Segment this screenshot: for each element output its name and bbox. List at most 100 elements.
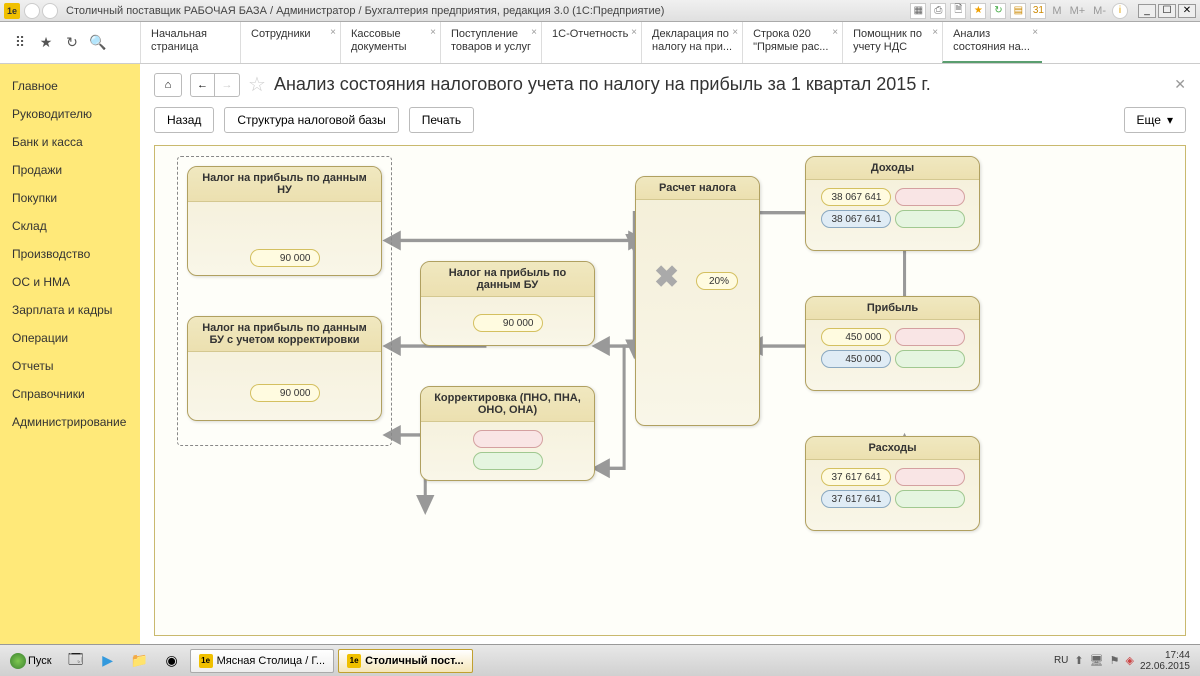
box-tax-calc-title: Расчет налога: [636, 177, 759, 200]
favorite-icon[interactable]: ★: [38, 35, 54, 51]
sidebar-item-9[interactable]: Операции: [0, 324, 140, 352]
sidebar-item-11[interactable]: Справочники: [0, 380, 140, 408]
tab-4[interactable]: ×1С-Отчетность: [541, 22, 641, 63]
tab-close-icon[interactable]: ×: [1032, 26, 1038, 39]
back-button[interactable]: Назад: [154, 107, 214, 133]
expense-v2: 37 617 641: [821, 490, 891, 508]
box-correction[interactable]: Корректировка (ПНО, ПНА, ОНО, ОНА): [420, 386, 595, 481]
m-plus-label[interactable]: M+: [1068, 5, 1088, 17]
m-minus-label[interactable]: M-: [1091, 5, 1108, 17]
taskbar-app-1[interactable]: 1e Мясная Столица / Г...: [190, 649, 335, 673]
tab-close-icon[interactable]: ×: [430, 26, 436, 39]
print-icon[interactable]: ⎙: [930, 3, 946, 19]
tab-line1: Начальная: [151, 28, 230, 41]
tab-close-icon[interactable]: ×: [932, 26, 938, 39]
tab-3[interactable]: ×Поступлениетоваров и услуг: [440, 22, 541, 63]
sidebar-item-10[interactable]: Отчеты: [0, 352, 140, 380]
sidebar-item-7[interactable]: ОС и НМА: [0, 268, 140, 296]
tab-line1: Помощник по: [853, 28, 932, 41]
tab-0[interactable]: Начальнаястраница: [140, 22, 240, 63]
tray-icon-1[interactable]: ⬆: [1074, 654, 1083, 667]
doc-icon[interactable]: 🗎: [950, 3, 966, 19]
close-button[interactable]: ✕: [1178, 4, 1196, 18]
refresh-icon[interactable]: ↻: [990, 3, 1006, 19]
info-icon[interactable]: i: [1112, 3, 1128, 19]
lang-indicator[interactable]: RU: [1054, 655, 1068, 666]
taskbar-app-2[interactable]: 1e Столичный пост...: [338, 649, 473, 673]
grid-icon[interactable]: ▦: [910, 3, 926, 19]
box-expense-title: Расходы: [806, 437, 979, 460]
nav-back-button[interactable]: ←: [191, 74, 215, 96]
m-label[interactable]: M: [1050, 5, 1063, 17]
minimize-button[interactable]: _: [1138, 4, 1156, 18]
box-tax-nu[interactable]: Налог на прибыль по данным НУ 90 000: [187, 166, 382, 276]
tray-icon-2[interactable]: 🖥: [1090, 654, 1104, 667]
sidebar-item-12[interactable]: Администрирование: [0, 408, 140, 436]
box-tax-calc[interactable]: Расчет налога ✖ 20%: [635, 176, 760, 426]
search-icon[interactable]: 🔍: [90, 35, 106, 51]
diagram-canvas: Налог на прибыль по данным НУ 90 000 Нал…: [154, 145, 1186, 636]
sidebar-item-4[interactable]: Покупки: [0, 184, 140, 212]
start-button[interactable]: Пуск: [4, 651, 58, 671]
sidebar-item-8[interactable]: Зарплата и кадры: [0, 296, 140, 324]
task-icon-1[interactable]: 🗔: [62, 649, 90, 673]
apps-icon[interactable]: ⠿: [12, 35, 28, 51]
income-v2: 38 067 641: [821, 210, 891, 228]
close-page-button[interactable]: ✕: [1174, 76, 1186, 93]
sidebar-item-1[interactable]: Руководителю: [0, 100, 140, 128]
tb-circle-2[interactable]: [42, 3, 58, 19]
sidebar-item-5[interactable]: Склад: [0, 212, 140, 240]
task-chrome-icon[interactable]: ◉: [158, 649, 186, 673]
tab-close-icon[interactable]: ×: [330, 26, 336, 39]
tab-line2: налогу на при...: [652, 41, 732, 54]
expense-v1: 37 617 641: [821, 468, 891, 486]
tray-icon-4[interactable]: ◈: [1125, 654, 1133, 667]
task-icon-3[interactable]: 📁: [126, 649, 154, 673]
tab-6[interactable]: ×Строка 020"Прямые рас...: [742, 22, 842, 63]
sidebar-item-3[interactable]: Продажи: [0, 156, 140, 184]
tab-5[interactable]: ×Декларация поналогу на при...: [641, 22, 742, 63]
profit-green: [895, 350, 965, 368]
page-title: Анализ состояния налогового учета по нал…: [274, 74, 931, 95]
maximize-button[interactable]: ☐: [1158, 4, 1176, 18]
nav-forward-button[interactable]: →: [215, 74, 239, 96]
tb-circle-1[interactable]: [24, 3, 40, 19]
box-tax-bu[interactable]: Налог на прибыль по данным БУ 90 000: [420, 261, 595, 346]
tab-close-icon[interactable]: ×: [832, 26, 838, 39]
sidebar-item-0[interactable]: Главное: [0, 72, 140, 100]
tab-close-icon[interactable]: ×: [531, 26, 537, 39]
clock[interactable]: 17:44 22.06.2015: [1140, 650, 1196, 672]
box-correction-title: Корректировка (ПНО, ПНА, ОНО, ОНА): [421, 387, 594, 422]
sidebar-item-6[interactable]: Производство: [0, 240, 140, 268]
box-expense[interactable]: Расходы 37 617 641 37 617 641: [805, 436, 980, 531]
box-tax-bu-corr[interactable]: Налог на прибыль по данным БУ с учетом к…: [187, 316, 382, 421]
tab-line1: Поступление: [451, 28, 531, 41]
tab-line2: "Прямые рас...: [753, 41, 832, 54]
calc-icon[interactable]: ▤: [1010, 3, 1026, 19]
more-button[interactable]: Еще ▾: [1124, 107, 1186, 133]
home-button[interactable]: ⌂: [154, 73, 182, 97]
task-icon-2[interactable]: ▶: [94, 649, 122, 673]
tab-1[interactable]: ×Сотрудники: [240, 22, 340, 63]
app1-icon: 1e: [199, 654, 213, 668]
tax-percent: 20%: [696, 272, 738, 290]
sidebar-item-2[interactable]: Банк и касса: [0, 128, 140, 156]
tab-close-icon[interactable]: ×: [631, 26, 637, 39]
clock-time: 17:44: [1140, 650, 1190, 661]
calendar-icon[interactable]: 31: [1030, 3, 1046, 19]
history-icon[interactable]: ↻: [64, 35, 80, 51]
structure-button[interactable]: Структура налоговой базы: [224, 107, 398, 133]
tab-bar: Начальнаястраница×Сотрудники×Кассовыедок…: [140, 22, 1200, 63]
box-profit[interactable]: Прибыль 450 000 450 000: [805, 296, 980, 391]
tab-close-icon[interactable]: ×: [732, 26, 738, 39]
tray-flag-icon[interactable]: ⚑: [1110, 654, 1120, 667]
tab-8[interactable]: ×Анализсостояния на...: [942, 22, 1042, 63]
tab-line2: товаров и услуг: [451, 41, 531, 54]
tab-7[interactable]: ×Помощник поучету НДС: [842, 22, 942, 63]
tab-2[interactable]: ×Кассовыедокументы: [340, 22, 440, 63]
star-icon[interactable]: ★: [970, 3, 986, 19]
box-income[interactable]: Доходы 38 067 641 38 067 641: [805, 156, 980, 251]
favorite-star-icon[interactable]: ☆: [248, 72, 266, 97]
print-button[interactable]: Печать: [409, 107, 474, 133]
more-label: Еще: [1137, 113, 1161, 127]
